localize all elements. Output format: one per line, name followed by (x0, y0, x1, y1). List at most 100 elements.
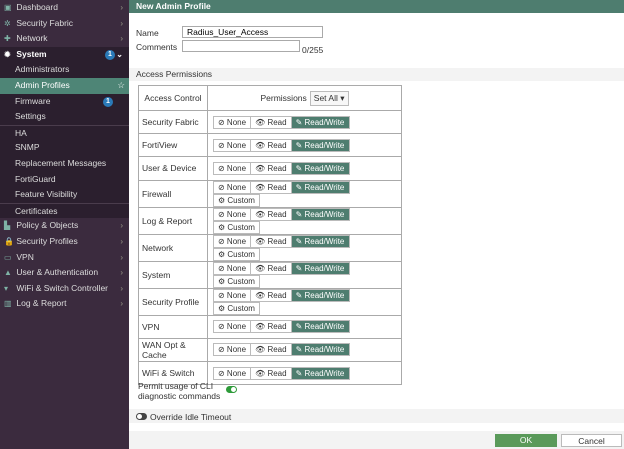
read-write-button[interactable]: ✎ Read/Write (291, 181, 350, 193)
sidebar-subitem[interactable]: Firmware 1 (0, 93, 129, 110)
read-write-button[interactable]: ✎ Read/Write (291, 289, 350, 301)
cli-toggle[interactable] (226, 386, 237, 393)
read-button[interactable]: 👁 Read (251, 321, 292, 333)
none-button[interactable]: ⊘ None (214, 116, 252, 128)
sidebar-subitem[interactable]: FortiGuard (0, 171, 129, 188)
permission-cell: ⊘ None 👁 Read ✎ Read/Write ⚙ Custom (207, 287, 402, 316)
read-write-button[interactable]: ✎ Read/Write (291, 321, 350, 333)
read-button[interactable]: 👁 Read (251, 235, 292, 247)
sidebar-subitem[interactable]: Certificates (0, 202, 129, 219)
none-button[interactable]: ⊘ None (214, 208, 252, 220)
sidebar-subitem[interactable]: HA (0, 124, 129, 141)
custom-button[interactable]: ⚙ Custom (213, 220, 260, 234)
sidebar-subitem[interactable]: Settings (0, 109, 129, 125)
read-write-button[interactable]: ✎ Read/Write (291, 344, 350, 356)
custom-button[interactable]: ⚙ Custom (213, 301, 260, 315)
none-button[interactable]: ⊘ None (214, 139, 252, 151)
cancel-button[interactable]: Cancel (561, 434, 622, 447)
read-write-button[interactable]: ✎ Read/Write (291, 116, 350, 128)
sidebar-item-label: Settings (15, 111, 46, 122)
chevron-right-icon: › (120, 283, 123, 293)
ok-button[interactable]: OK (495, 434, 557, 447)
read-write-button[interactable]: ✎ Read/Write (291, 367, 350, 379)
chevron-right-icon: › (120, 221, 123, 231)
comments-input[interactable] (182, 40, 300, 52)
none-button[interactable]: ⊘ None (214, 162, 252, 174)
sidebar-item[interactable]: ▲ User & Authentication › (0, 265, 129, 281)
read-button[interactable]: 👁 Read (251, 344, 292, 356)
sidebar: ▣ Dashboard › ✲ Security Fabric › ✚ Network ›… (0, 0, 129, 449)
sidebar-item[interactable]: ✲ Security Fabric › (0, 16, 129, 32)
sidebar-item[interactable]: ▭ VPN › (0, 250, 129, 266)
none-button[interactable]: ⊘ None (214, 367, 252, 379)
table-row: VPN ⊘ None 👁 Read ✎ Read/Write (138, 314, 402, 339)
custom-button[interactable]: ⚙ Custom (213, 193, 260, 207)
read-button[interactable]: 👁 Read (251, 208, 292, 220)
permission-cell: ⊘ None 👁 Read ✎ Read/Write (207, 109, 402, 135)
sidebar-item[interactable]: ▥ Log & Report › (0, 296, 129, 312)
sidebar-item-label: Policy & Objects (16, 220, 79, 231)
custom-button[interactable]: ⚙ Custom (213, 274, 260, 288)
permission-toggle-group: ⊘ None 👁 Read ✎ Read/Write (213, 207, 351, 221)
access-permissions-header: Access Permissions (129, 68, 624, 81)
sidebar-subitem[interactable]: Feature Visibility (0, 187, 129, 203)
sidebar-item-system[interactable]: ✹ System 1 ⌄ (0, 46, 129, 63)
table-row: WAN Opt & Cache ⊘ None 👁 Read ✎ Read/Write (138, 337, 402, 362)
sidebar-subitem[interactable]: Administrators (0, 62, 129, 78)
idle-timeout-toggle[interactable] (136, 413, 147, 420)
sidebar-subitem[interactable]: Admin Profiles ☆ (0, 77, 129, 94)
permission-toggle-group: ⊘ None 👁 Read ✎ Read/Write (213, 261, 351, 275)
star-icon[interactable]: ☆ (117, 78, 125, 94)
menu-icon: ▲ (4, 268, 12, 278)
read-button[interactable]: 👁 Read (251, 116, 292, 128)
none-button[interactable]: ⊘ None (214, 181, 252, 193)
permission-toggle-group: ⊘ None 👁 Read ✎ Read/Write (213, 180, 351, 194)
custom-button[interactable]: ⚙ Custom (213, 247, 260, 261)
menu-icon: 🔒 (4, 236, 14, 246)
sidebar-item[interactable]: 🔒 Security Profiles › (0, 234, 129, 250)
main-panel: New Admin Profile Name Comments 0/255 Ac… (129, 0, 624, 449)
sidebar-subitem[interactable]: SNMP (0, 140, 129, 156)
table-row: Security Profile ⊘ None 👁 Read ✎ Read/Write… (138, 287, 402, 316)
fabric-icon: ✲ (4, 18, 11, 28)
none-button[interactable]: ⊘ None (214, 344, 252, 356)
access-control-name: FortiView (138, 133, 208, 158)
read-button[interactable]: 👁 Read (251, 162, 292, 174)
cli-label: Permit usage of CLI diagnostic commands (138, 381, 221, 401)
read-button[interactable]: 👁 Read (251, 289, 292, 301)
sidebar-item-label: Replacement Messages (15, 157, 107, 168)
menu-icon: ▙ (4, 221, 11, 231)
sidebar-item[interactable]: ▙ Policy & Objects › (0, 218, 129, 234)
read-write-button[interactable]: ✎ Read/Write (291, 162, 350, 174)
read-write-button[interactable]: ✎ Read/Write (291, 235, 350, 247)
permission-toggle-group: ⊘ None 👁 Read ✎ Read/Write (213, 138, 351, 152)
none-button[interactable]: ⊘ None (214, 289, 252, 301)
permissions-table: Access Control Permissions Set All ▾ Secu… (138, 85, 402, 386)
read-button[interactable]: 👁 Read (251, 367, 292, 379)
sidebar-item-label: SNMP (15, 142, 40, 153)
read-write-button[interactable]: ✎ Read/Write (291, 139, 350, 151)
set-all-dropdown[interactable]: Set All ▾ (309, 90, 349, 106)
sidebar-item[interactable]: ▣ Dashboard › (0, 0, 129, 16)
access-control-name: Security Fabric (138, 109, 208, 135)
access-control-name: Firewall (138, 179, 208, 208)
sidebar-item-label: Admin Profiles (15, 79, 70, 90)
none-button[interactable]: ⊘ None (214, 235, 252, 247)
sidebar-subitem[interactable]: Replacement Messages (0, 155, 129, 172)
table-row: User & Device ⊘ None 👁 Read ✎ Read/Write (138, 156, 402, 181)
read-write-button[interactable]: ✎ Read/Write (291, 208, 350, 220)
sidebar-item[interactable]: ▾ WiFi & Switch Controller › (0, 281, 129, 297)
none-button[interactable]: ⊘ None (214, 321, 252, 333)
read-write-button[interactable]: ✎ Read/Write (291, 262, 350, 274)
sidebar-item-label: System (16, 48, 47, 59)
read-button[interactable]: 👁 Read (251, 139, 292, 151)
permission-cell: ⊘ None 👁 Read ✎ Read/Write (207, 156, 402, 181)
read-button[interactable]: 👁 Read (251, 181, 292, 193)
sidebar-item[interactable]: ✚ Network › (0, 31, 129, 47)
notification-badge: 1 (105, 49, 115, 60)
read-button[interactable]: 👁 Read (251, 262, 292, 274)
permissions-label: Permissions (260, 92, 307, 103)
permission-cell: ⊘ None 👁 Read ✎ Read/Write ⚙ Custom (207, 206, 402, 235)
name-input[interactable] (182, 26, 323, 38)
none-button[interactable]: ⊘ None (214, 262, 252, 274)
